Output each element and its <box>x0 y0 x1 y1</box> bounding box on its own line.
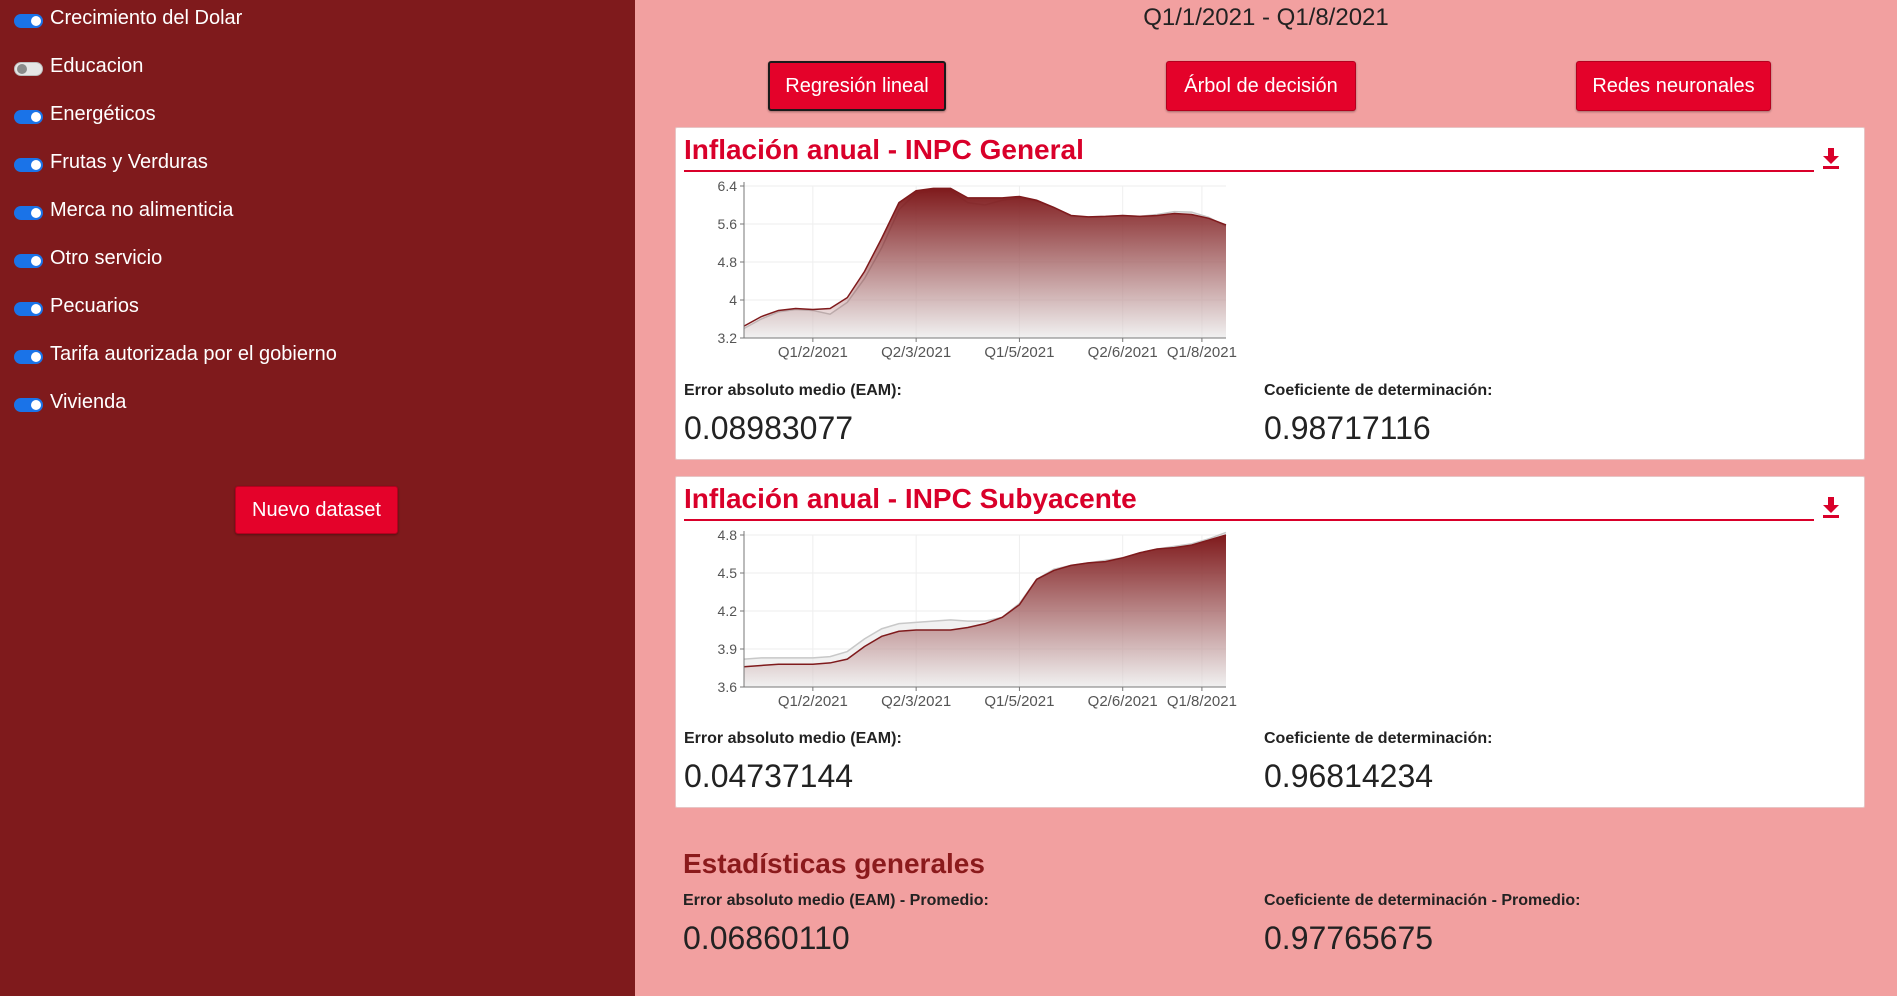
chart-card-inpc-general: Inflación anual - INPC General 3.2 4 4.8 5.… <box>675 127 1865 460</box>
general-stats-title: Estadísticas generales <box>683 848 985 879</box>
series-area-predicted <box>744 188 1226 338</box>
toggle-label: Vivienda <box>50 390 127 413</box>
sidebar: Crecimiento del Dolar Educacion Energético… <box>0 0 635 996</box>
toggle-label: Otro servicio <box>50 246 163 269</box>
toggle-switch[interactable] <box>14 254 43 268</box>
y-tick-label: 3.9 <box>718 641 738 657</box>
eam-label: Error absoluto medio (EAM): <box>684 382 902 399</box>
y-tick-label: 4.5 <box>718 565 738 581</box>
toggle-label: Pecuarios <box>50 294 139 317</box>
r2-label: Coeficiente de determinación: <box>1264 730 1493 747</box>
toggle-switch[interactable] <box>14 350 43 364</box>
toggle-row[interactable]: Frutas y Verduras <box>14 147 208 177</box>
toggle-knob <box>31 160 41 170</box>
toggle-switch[interactable] <box>14 158 43 172</box>
y-tick-label: 4.8 <box>718 527 738 543</box>
card-title: Inflación anual - INPC General <box>684 134 1084 165</box>
title-underline <box>684 519 1814 521</box>
toggle-row[interactable]: Otro servicio <box>14 243 162 273</box>
new-dataset-button[interactable]: Nuevo dataset <box>235 486 398 534</box>
toggle-knob <box>31 208 41 218</box>
date-range-title: Q1/1/2021 - Q1/8/2021 <box>1143 4 1389 31</box>
toggle-switch[interactable] <box>14 14 43 28</box>
eam-label: Error absoluto medio (EAM): <box>684 730 902 747</box>
toggle-knob <box>31 352 41 362</box>
r2-value: 0.96814234 <box>1264 758 1434 794</box>
x-tick-label: Q2/3/2021 <box>881 693 951 710</box>
x-tick-label: Q2/6/2021 <box>1088 344 1158 361</box>
x-tick-label: Q1/2/2021 <box>778 693 848 710</box>
download-icon[interactable] <box>1820 146 1842 170</box>
toggle-label: Frutas y Verduras <box>50 150 208 173</box>
y-tick-label: 6.4 <box>718 178 738 194</box>
toggle-row[interactable]: Energéticos <box>14 99 156 129</box>
eam-value: 0.08983077 <box>684 410 854 446</box>
toggle-switch[interactable] <box>14 206 43 220</box>
toggle-knob <box>17 64 27 74</box>
toggle-row[interactable]: Educacion <box>14 51 143 81</box>
inflation-core-chart: 3.6 3.9 4.2 4.5 4.8 Q1/2/2021 Q2/3/2021 Q1/5/20… <box>718 527 1237 710</box>
toggle-switch[interactable] <box>14 398 43 412</box>
toggle-row[interactable]: Pecuarios <box>14 291 139 321</box>
toggle-label: Crecimiento del Dolar <box>50 6 243 29</box>
avg-eam-label: Error absoluto medio (EAM) - Promedio: <box>683 892 989 909</box>
toggle-label: Tarifa autorizada por el gobierno <box>50 342 337 365</box>
toggle-row[interactable]: Vivienda <box>14 387 126 417</box>
toggle-knob <box>31 400 41 410</box>
y-tick-label: 3.6 <box>718 679 738 695</box>
title-underline <box>684 170 1814 172</box>
r2-label: Coeficiente de determinación: <box>1264 382 1493 399</box>
avg-eam-value: 0.06860110 <box>683 920 850 956</box>
y-tick-label: 3.2 <box>718 330 738 346</box>
toggle-switch[interactable] <box>14 62 43 76</box>
y-tick-label: 5.6 <box>718 216 738 232</box>
chart-card-inpc-subyacente: Inflación anual - INPC Subyacente 3.6 3.9… <box>675 476 1865 808</box>
card-title: Inflación anual - INPC Subyacente <box>684 483 1137 514</box>
toggle-label: Energéticos <box>50 102 156 125</box>
toggle-label: Educacion <box>50 54 144 77</box>
toggle-row[interactable]: Tarifa autorizada por el gobierno <box>14 339 337 369</box>
model-button-linear-regression[interactable]: Regresión lineal <box>768 61 946 111</box>
toggle-row[interactable]: Merca no alimenticia <box>14 195 233 225</box>
inflation-general-chart: 3.2 4 4.8 5.6 6.4 Q1/2/2021 Q2/3/2021 Q1/5/2021… <box>718 178 1237 361</box>
avg-r2-label: Coeficiente de determinación - Promedio: <box>1264 892 1581 909</box>
x-tick-label: Q1/5/2021 <box>984 693 1054 710</box>
avg-r2-value: 0.97765675 <box>1264 920 1434 956</box>
y-tick-label: 4.2 <box>718 603 738 619</box>
r2-value: 0.98717116 <box>1264 410 1431 446</box>
toggle-switch[interactable] <box>14 110 43 124</box>
download-icon[interactable] <box>1820 495 1842 519</box>
x-tick-label: Q1/8/2021 <box>1167 693 1237 710</box>
toggle-label: Merca no alimenticia <box>50 198 234 221</box>
x-tick-label: Q1/8/2021 <box>1167 344 1237 361</box>
model-button-neural-networks[interactable]: Redes neuronales <box>1576 61 1771 111</box>
toggle-knob <box>31 304 41 314</box>
y-tick-label: 4.8 <box>718 254 738 270</box>
toggle-switch[interactable] <box>14 302 43 316</box>
toggle-knob <box>31 256 41 266</box>
model-button-decision-tree[interactable]: Árbol de decisión <box>1166 61 1356 111</box>
toggle-row[interactable]: Crecimiento del Dolar <box>14 3 242 33</box>
x-tick-label: Q2/6/2021 <box>1088 693 1158 710</box>
toggle-knob <box>31 112 41 122</box>
y-tick-label: 4 <box>729 292 737 308</box>
x-tick-label: Q1/2/2021 <box>778 344 848 361</box>
toggle-knob <box>31 16 41 26</box>
x-tick-label: Q1/5/2021 <box>984 344 1054 361</box>
eam-value: 0.04737144 <box>684 758 854 794</box>
x-tick-label: Q2/3/2021 <box>881 344 951 361</box>
